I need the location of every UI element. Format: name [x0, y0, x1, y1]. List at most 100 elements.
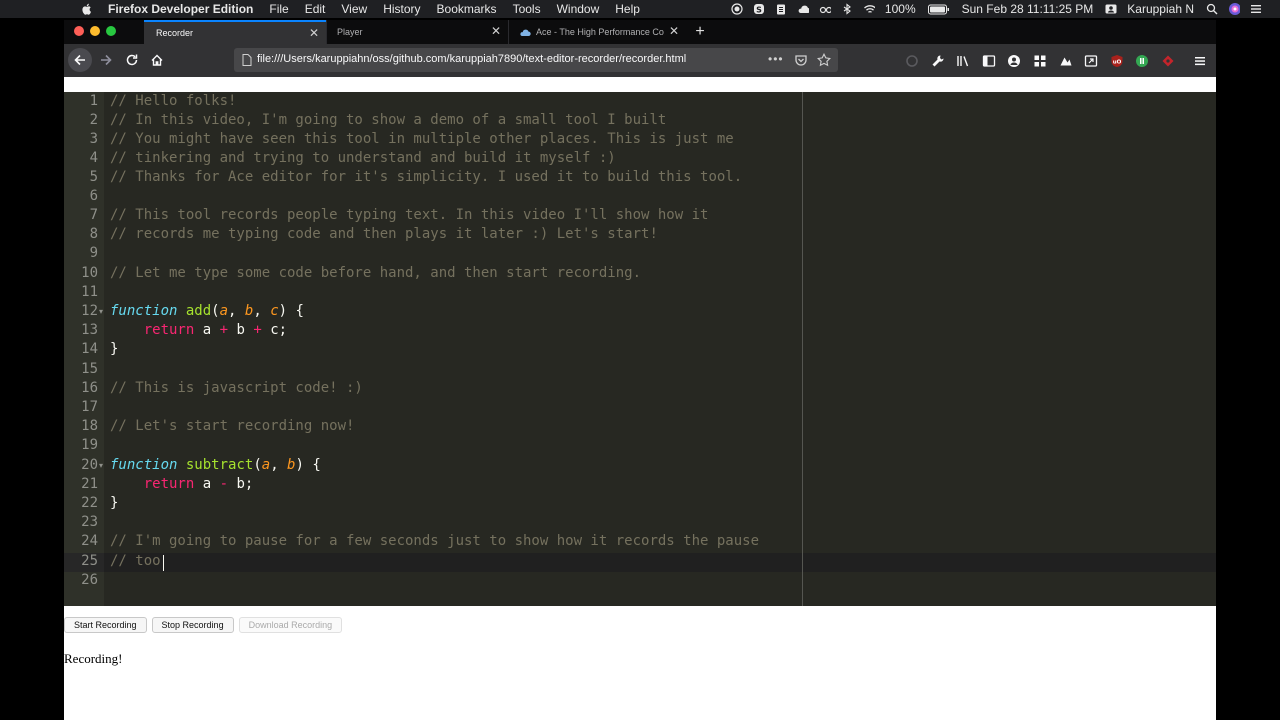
operator-token: - [219, 476, 229, 492]
screenshot-extension-icon[interactable] [1058, 53, 1074, 69]
line-number: 21 [81, 476, 98, 492]
close-tab-icon[interactable]: ✕ [308, 27, 320, 39]
hamburger-menu-icon[interactable] [1192, 53, 1208, 69]
new-tab-icon[interactable]: + [692, 24, 708, 40]
stop-recording-button[interactable]: Stop Recording [151, 617, 234, 633]
reload-button[interactable] [123, 51, 141, 69]
bluetooth-icon[interactable] [841, 3, 853, 15]
record-icon[interactable] [731, 3, 743, 15]
line-number: 15 [81, 361, 98, 377]
svg-text:S: S [756, 6, 762, 15]
line-number: 23 [81, 514, 98, 530]
spotlight-search-icon[interactable] [1206, 3, 1218, 15]
cloud-icon[interactable] [797, 3, 809, 15]
tracking-extension-icon[interactable] [904, 53, 920, 69]
punctuation-token: ) { [295, 457, 321, 473]
zoom-window-button[interactable] [106, 26, 116, 36]
line-number: 24 [81, 533, 98, 549]
line-number: 14 [81, 341, 98, 357]
variable-token: a [194, 476, 220, 492]
close-tab-icon[interactable]: ✕ [668, 25, 680, 37]
line-number: 20 [81, 457, 98, 473]
reload-icon [126, 54, 138, 66]
page-top-margin [64, 77, 1216, 92]
red-extension-icon[interactable] [1160, 53, 1176, 69]
library-icon[interactable] [955, 53, 971, 69]
tab-ace[interactable]: Ace - The High Performance Co ✕ [508, 20, 686, 44]
menu-view[interactable]: View [341, 2, 367, 16]
code-line-3: // You might have seen this tool in mult… [110, 131, 734, 147]
page-actions-menu-icon[interactable]: ••• [768, 52, 784, 66]
tab-player[interactable]: Player ✕ [326, 20, 508, 44]
menu-bookmarks[interactable]: Bookmarks [437, 2, 497, 16]
start-recording-button[interactable]: Start Recording [64, 617, 147, 633]
clipboard-icon[interactable] [775, 3, 787, 15]
menu-help[interactable]: Help [615, 2, 640, 16]
glasses-icon[interactable] [819, 3, 831, 15]
url-bar[interactable]: file:///Users/karuppiahn/oss/github.com/… [234, 48, 838, 72]
line-number: 10 [81, 265, 98, 281]
apple-logo-icon[interactable] [80, 2, 94, 16]
line-number: 9 [89, 245, 98, 261]
home-button[interactable] [148, 51, 166, 69]
menu-file[interactable]: File [269, 2, 288, 16]
ublock-origin-icon[interactable]: uO [1109, 53, 1125, 69]
punctuation-token: ( [253, 457, 262, 473]
code-line-16: // This is javascript code! :) [110, 380, 363, 396]
fold-widget-icon[interactable]: ▾ [99, 461, 103, 470]
pocket-icon[interactable] [794, 53, 808, 67]
battery-icon[interactable] [927, 3, 950, 15]
fold-widget-icon[interactable]: ▾ [99, 307, 103, 316]
user-name[interactable]: Karuppiah N [1127, 2, 1194, 16]
download-recording-button[interactable]: Download Recording [238, 617, 343, 633]
back-arrow-icon [74, 54, 85, 66]
menu-edit[interactable]: Edit [305, 2, 326, 16]
print-margin [802, 92, 803, 606]
code-line-2: // In this video, I'm going to show a de… [110, 112, 667, 128]
green-extension-icon[interactable] [1134, 53, 1150, 69]
code-editor[interactable]: 1 2 3 4 5 6 7 8 9 10 11 12 ▾ 13 14 15 16… [64, 92, 1216, 606]
punctuation-token: ( [211, 303, 220, 319]
file-page-icon [242, 54, 252, 66]
code-line-22: } [110, 495, 119, 511]
close-window-button[interactable] [74, 26, 84, 36]
back-button[interactable] [68, 48, 92, 72]
tab-recorder[interactable]: Recorder ✕ [144, 20, 326, 44]
menu-window[interactable]: Window [557, 2, 600, 16]
line-number: 18 [81, 418, 98, 434]
code-line-25: // too [110, 553, 161, 569]
return-keyword-token: return [143, 476, 195, 492]
param-token: a [219, 303, 229, 319]
code-line-5: // Thanks for Ace editor for it's simpli… [110, 169, 743, 185]
line-number: 8 [89, 226, 98, 242]
code-line-10: // Let me type some code before hand, an… [110, 265, 642, 281]
account-icon[interactable] [1006, 53, 1022, 69]
sidebar-icon[interactable] [981, 53, 997, 69]
siri-icon[interactable] [1228, 3, 1240, 15]
tab-strip: Recorder ✕ Player ✕ Ace - The High Perfo… [64, 20, 1216, 44]
wifi-icon[interactable] [863, 3, 875, 15]
indent-token [110, 476, 144, 492]
code-line-13: return a + b + c; [110, 321, 287, 340]
menu-history[interactable]: History [383, 2, 420, 16]
wrench-devtools-icon[interactable] [930, 53, 946, 69]
bookmark-star-icon[interactable] [817, 53, 831, 67]
variable-token: a [194, 322, 220, 338]
url-text[interactable]: file:///Users/karuppiahn/oss/github.com/… [257, 53, 686, 65]
close-tab-icon[interactable]: ✕ [490, 25, 502, 37]
extensions-grid-icon[interactable] [1032, 53, 1048, 69]
tab-title: Ace - The High Performance Co [536, 27, 664, 37]
active-app-name[interactable]: Firefox Developer Edition [108, 2, 253, 16]
clock[interactable]: Sun Feb 28 11:11:25 PM [962, 2, 1094, 16]
notification-center-icon[interactable] [1250, 3, 1262, 15]
punctuation-token: , [270, 457, 288, 473]
skype-icon[interactable]: S [753, 3, 765, 15]
line-number: 3 [89, 131, 98, 147]
code-line-18: // Let's start recording now! [110, 418, 355, 434]
menu-tools[interactable]: Tools [513, 2, 541, 16]
picture-in-picture-icon[interactable] [1083, 53, 1099, 69]
forward-button[interactable] [97, 51, 115, 69]
variable-token: c; [261, 322, 288, 338]
minimize-window-button[interactable] [90, 26, 100, 36]
line-number: 26 [81, 572, 98, 588]
